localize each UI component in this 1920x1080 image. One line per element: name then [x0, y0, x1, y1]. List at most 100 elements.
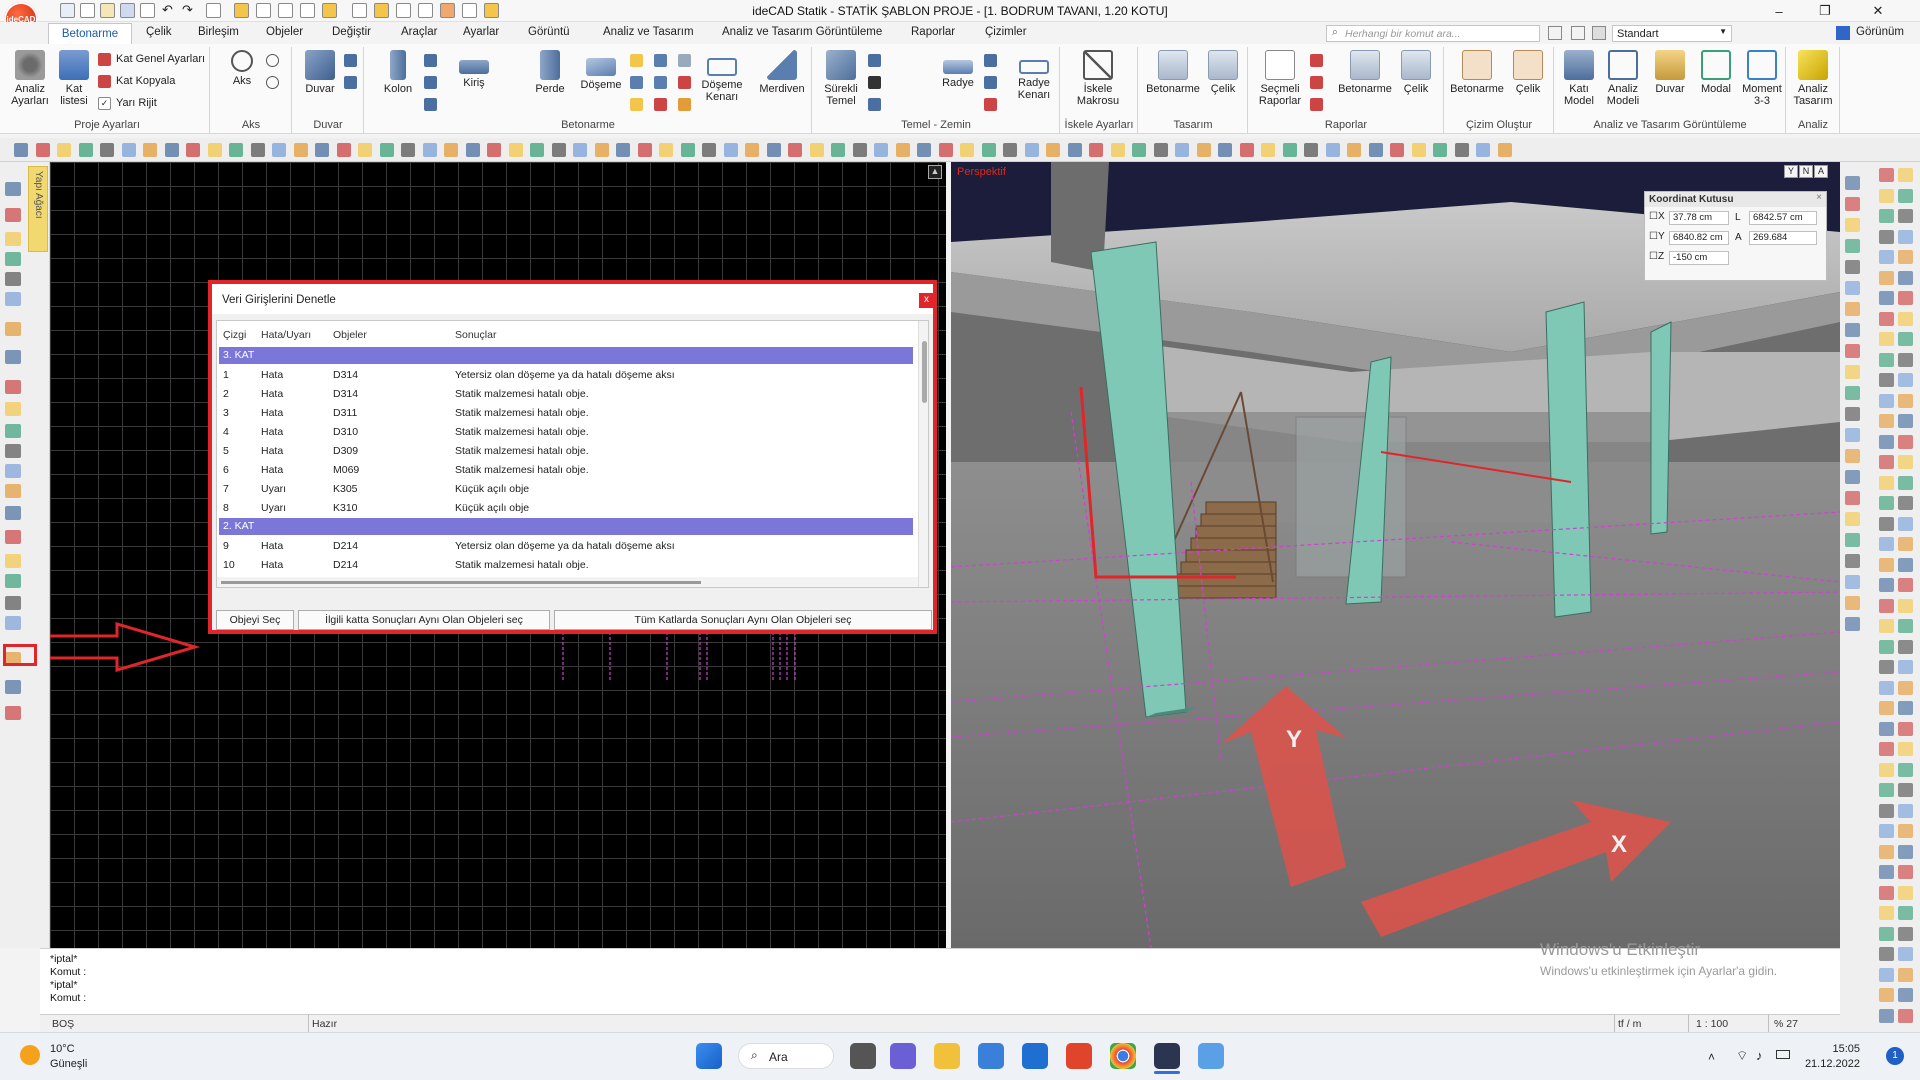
right-tool-icon[interactable] — [1898, 906, 1913, 920]
right-tool-icon[interactable] — [1898, 209, 1913, 223]
weather-temp[interactable]: 10°C — [50, 1043, 75, 1055]
right-tool-icon[interactable] — [1879, 188, 1894, 203]
h-scrollbar-thumb[interactable] — [221, 581, 701, 584]
windows-start-icon[interactable] — [696, 1043, 722, 1069]
kat-genel-ayarlari-button[interactable]: Kat Genel Ayarları — [98, 53, 205, 66]
rapor-betonarme-button[interactable]: Betonarme — [1336, 50, 1394, 95]
select-object-button[interactable]: Objeyi Seç — [216, 610, 294, 630]
y-checkbox[interactable]: ☐Y — [1649, 231, 1665, 242]
right-tool-icon[interactable] — [1898, 578, 1913, 592]
floor-group-row[interactable]: 2. KAT — [219, 518, 913, 535]
layout2-icon[interactable] — [1571, 26, 1585, 40]
kat-kopyala-button[interactable]: Kat Kopyala — [98, 75, 175, 88]
beam-small-icon[interactable] — [424, 54, 437, 67]
duvar-button[interactable]: Duvar — [300, 50, 340, 95]
right-tool-icon[interactable] — [1898, 926, 1913, 941]
right-tool-icon[interactable] — [1879, 885, 1894, 900]
drawing-tool-icon[interactable] — [680, 143, 695, 157]
right-tool-icon[interactable] — [1898, 967, 1913, 982]
right-tool-icon[interactable] — [1898, 229, 1913, 244]
table-row[interactable]: 10 Hata D214 Statik malzemesi hatalı obje. — [217, 556, 913, 575]
drawing-tool-icon[interactable] — [1411, 143, 1426, 157]
menu-tab-araclar[interactable]: Araçlar — [401, 26, 437, 38]
app-icon[interactable] — [1198, 1043, 1224, 1069]
right-tool-icon[interactable] — [1879, 824, 1894, 838]
drawing-tool-icon[interactable] — [1218, 143, 1232, 157]
drawing-tool-icon[interactable] — [1239, 143, 1254, 157]
right-tool-icon[interactable] — [1845, 281, 1860, 295]
minimize-button[interactable]: – — [1756, 0, 1802, 22]
right-tool-icon[interactable] — [1879, 455, 1894, 469]
right-tool-icon[interactable] — [1845, 323, 1860, 337]
left-tool-icon[interactable] — [5, 252, 21, 266]
office-icon[interactable] — [1066, 1043, 1092, 1069]
drawing-tool-icon[interactable] — [530, 143, 544, 157]
chevron-up-icon[interactable]: ˄ — [1708, 1050, 1715, 1064]
left-tool-icon[interactable] — [5, 380, 21, 394]
radye-button[interactable]: Radye — [938, 50, 978, 89]
right-tool-icon[interactable] — [1879, 926, 1894, 941]
right-tool-icon[interactable] — [1898, 947, 1913, 961]
column-header[interactable]: Çizgi — [223, 329, 246, 341]
slab-tool-3-icon[interactable] — [630, 98, 643, 111]
report-tool-2-icon[interactable] — [1310, 76, 1323, 89]
drawing-tool-icon[interactable] — [508, 143, 523, 157]
kat-listesi-button[interactable]: Kat listesi — [56, 50, 92, 107]
select-all-floors-button[interactable]: Tüm Katlarda Sonuçları Aynı Olan Objeler… — [554, 610, 932, 630]
report-tool-3-icon[interactable] — [1310, 98, 1323, 111]
drawing-tool-icon[interactable] — [336, 143, 351, 157]
drawing-tool-icon[interactable] — [702, 143, 716, 157]
dialog-close-button[interactable]: x — [919, 293, 934, 308]
drawing-tool-icon[interactable] — [57, 143, 71, 157]
kolon-button[interactable]: Kolon — [378, 50, 418, 95]
yari-rijit-checkbox[interactable]: ✓ Yarı Rijit — [98, 97, 157, 110]
left-tool-icon[interactable] — [5, 350, 21, 364]
doseme-button[interactable]: Döşeme — [578, 50, 624, 91]
kiris-button[interactable]: Kiriş — [454, 50, 494, 89]
floor-group-row[interactable]: 3. KAT — [219, 347, 913, 364]
right-tool-icon[interactable] — [1879, 291, 1894, 305]
drawing-tool-icon[interactable] — [551, 143, 566, 157]
a-value-field[interactable]: 269.684 — [1749, 231, 1817, 245]
drawing-tool-icon[interactable] — [422, 143, 437, 157]
right-tool-icon[interactable] — [1845, 218, 1860, 232]
drawing-tool-icon[interactable] — [1132, 143, 1146, 157]
right-tool-icon[interactable] — [1898, 762, 1913, 777]
rapor-celik-button[interactable]: Çelik — [1396, 50, 1436, 95]
drawing-tool-icon[interactable] — [78, 143, 93, 157]
drawing-tool-icon[interactable] — [1433, 143, 1447, 157]
right-tool-icon[interactable] — [1845, 596, 1860, 610]
view-toggle-a[interactable]: A — [1814, 165, 1828, 178]
menu-tab-degistir[interactable]: Değiştir — [332, 26, 371, 38]
right-tool-icon[interactable] — [1879, 742, 1894, 756]
right-tool-icon[interactable] — [1845, 302, 1860, 316]
horizontal-scrollbar[interactable] — [217, 577, 918, 587]
view-menu[interactable]: Görünüm — [1856, 26, 1904, 38]
drawing-tool-icon[interactable] — [1110, 143, 1125, 157]
aks-button[interactable]: Aks — [224, 50, 260, 87]
right-tool-icon[interactable] — [1879, 250, 1894, 264]
table-row[interactable]: 8 Uyarı K310 Küçük açılı obje — [217, 499, 913, 518]
right-tool-icon[interactable] — [1898, 1008, 1913, 1023]
right-tool-icon[interactable] — [1845, 197, 1860, 211]
right-tool-icon[interactable] — [1879, 619, 1894, 633]
table-row[interactable]: 9 Hata D214 Yetersiz olan döşeme ya da hata… — [217, 537, 913, 556]
moment-button[interactable]: Moment 3-3 — [1740, 50, 1784, 107]
axis-rotate-icon[interactable] — [266, 76, 279, 89]
right-tool-icon[interactable] — [1898, 332, 1913, 346]
right-tool-icon[interactable] — [1879, 168, 1894, 182]
right-tool-icon[interactable] — [1898, 188, 1913, 203]
drawing-tool-icon[interactable] — [788, 143, 802, 157]
axis-circle-icon[interactable] — [266, 54, 279, 67]
right-tool-icon[interactable] — [1845, 260, 1860, 274]
left-tool-icon[interactable] — [5, 402, 21, 416]
left-tool-icon[interactable] — [5, 272, 21, 286]
weather-desc[interactable]: Güneşli — [50, 1058, 87, 1070]
left-tool-icon[interactable] — [5, 424, 21, 438]
slab-tool-9-icon[interactable] — [678, 98, 691, 111]
drawing-tool-icon[interactable] — [229, 143, 243, 157]
right-tool-icon[interactable] — [1845, 344, 1860, 358]
drawing-tool-icon[interactable] — [186, 143, 200, 157]
raft-tool-1-icon[interactable] — [984, 54, 997, 67]
close-button[interactable]: ✕ — [1848, 0, 1908, 22]
